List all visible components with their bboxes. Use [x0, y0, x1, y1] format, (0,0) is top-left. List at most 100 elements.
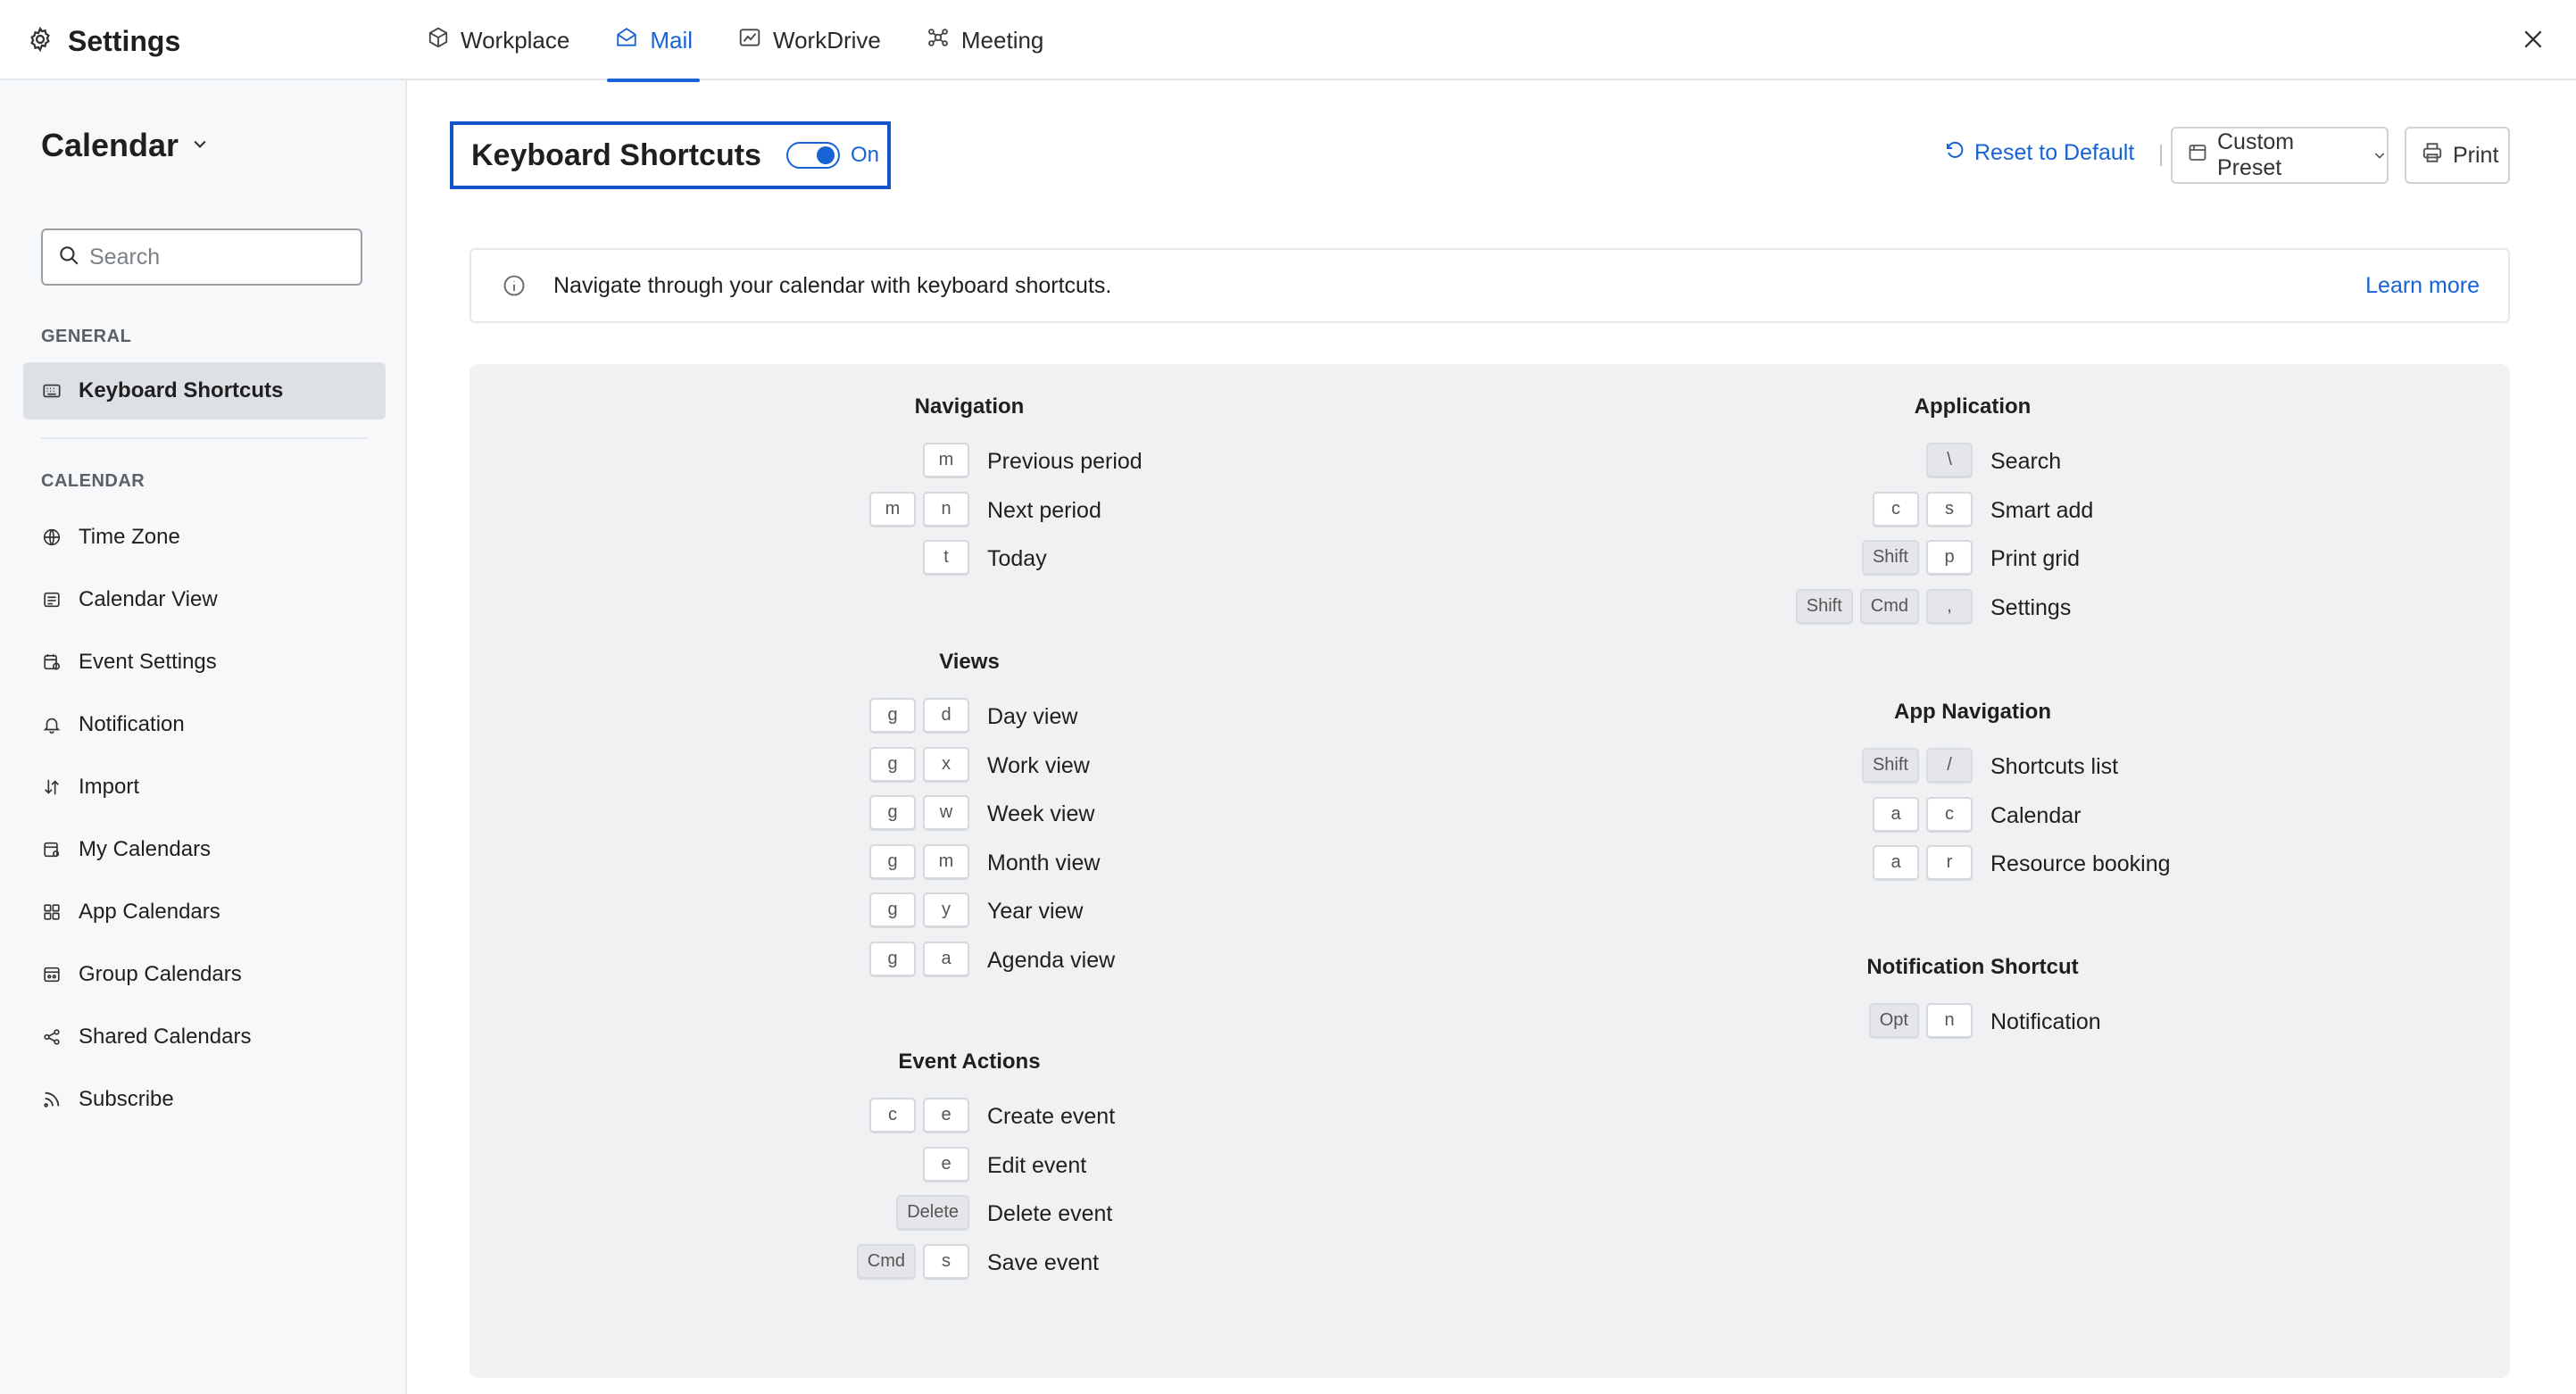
- group-title-application: Application: [1914, 394, 2032, 419]
- sidebar-item-label: Subscribe: [79, 1087, 174, 1111]
- key-cap: d: [923, 698, 969, 734]
- shortcut-action: Search: [1990, 449, 2062, 474]
- group-title-event-actions: Event Actions: [898, 1050, 1041, 1074]
- shortcut-keys: gw: [869, 795, 969, 833]
- close-icon: [2522, 28, 2545, 55]
- shortcut-keys: ce: [869, 1098, 969, 1135]
- reset-icon: [1944, 139, 1965, 167]
- tab-mail[interactable]: Mail: [607, 0, 700, 82]
- shortcut-action: Shortcuts list: [1990, 754, 2119, 779]
- reset-to-default-link[interactable]: Reset to Default: [1944, 139, 2134, 167]
- key-cap: ,: [1926, 588, 1973, 625]
- shortcut-keys: gm: [869, 843, 969, 882]
- sidebar-item-keyboard-shortcuts[interactable]: Keyboard Shortcuts: [23, 362, 386, 419]
- key-cap: s: [923, 1243, 969, 1280]
- learn-more-link[interactable]: Learn more: [2365, 273, 2480, 299]
- mail-icon: [614, 26, 639, 55]
- drive-icon: [737, 26, 762, 55]
- shortcuts-toggle[interactable]: On: [785, 142, 879, 169]
- key-cap: a: [1873, 845, 1919, 881]
- sidebar: Calendar GENERAL Keyboard Shortcuts CALE…: [0, 80, 407, 1394]
- sidebar-item-event-settings[interactable]: Event Settings: [23, 634, 386, 691]
- tab-meeting-label: Meeting: [960, 26, 1044, 54]
- tab-mail-label: Mail: [650, 26, 694, 54]
- shortcut-action: Edit event: [987, 1152, 1087, 1178]
- sidebar-item-label: Notification: [79, 712, 185, 736]
- sidebar-item-import[interactable]: Import: [23, 759, 386, 816]
- group-calendars-icon: [41, 964, 62, 985]
- sidebar-item-notification[interactable]: Notification: [23, 696, 386, 753]
- settings-title-text: Settings: [68, 24, 181, 57]
- key-cap: x: [923, 746, 969, 783]
- key-cap: n: [1926, 1003, 1973, 1039]
- key-cap: c: [1926, 796, 1973, 833]
- module-selector[interactable]: Calendar: [41, 127, 209, 164]
- sidebar-item-calendar-view[interactable]: Calendar View: [23, 571, 386, 628]
- info-banner: Navigate through your calendar with keyb…: [469, 248, 2510, 323]
- group-title-views: Views: [939, 650, 1000, 674]
- shortcut-action: Month view: [987, 850, 1101, 875]
- tab-workplace[interactable]: Workplace: [420, 0, 577, 80]
- keyboard-shortcuts-header: Keyboard Shortcuts On: [450, 121, 891, 189]
- sidebar-item-subscribe[interactable]: Subscribe: [23, 1071, 386, 1128]
- group-title-notification-shortcut: Notification Shortcut: [1866, 955, 2079, 979]
- sidebar-item-label: My Calendars: [79, 837, 212, 861]
- search-input[interactable]: [89, 244, 339, 270]
- close-button[interactable]: [2515, 23, 2551, 59]
- shortcut-action: Calendar: [1990, 802, 2082, 828]
- sidebar-item-my-calendars[interactable]: My Calendars: [23, 821, 386, 878]
- key-cap: g: [869, 746, 916, 783]
- shortcut-keys: mn: [869, 491, 969, 529]
- sidebar-item-group-calendars[interactable]: Group Calendars: [23, 946, 386, 1003]
- app-tabs: Workplace Mail WorkDrive Meeting: [420, 0, 1081, 82]
- reset-label: Reset to Default: [1974, 140, 2135, 165]
- custom-preset-dropdown[interactable]: Custom Preset: [2171, 127, 2389, 184]
- sidebar-item-time-zone[interactable]: Time Zone: [23, 509, 386, 566]
- sidebar-item-label: Import: [79, 775, 140, 799]
- key-cap: e: [923, 1146, 969, 1182]
- key-cap: \: [1926, 443, 1973, 478]
- shortcut-action: Day view: [987, 704, 1078, 729]
- shortcut-keys: e: [923, 1146, 969, 1184]
- tab-workplace-label: Workplace: [461, 26, 570, 54]
- shortcut-keys: gy: [869, 892, 969, 930]
- event-settings-icon: [41, 651, 62, 673]
- sidebar-item-shared-calendars[interactable]: Shared Calendars: [23, 1008, 386, 1066]
- sidebar-search[interactable]: [41, 228, 362, 286]
- shortcut-keys: Shift p: [1861, 540, 1973, 577]
- sidebar-item-label: Time Zone: [79, 525, 180, 549]
- sidebar-item-label: Keyboard Shortcuts: [79, 378, 284, 402]
- sidebar-item-label: App Calendars: [79, 900, 220, 924]
- preset-icon: [2187, 142, 2208, 170]
- key-cap: e: [923, 1098, 969, 1133]
- shortcut-action: Settings: [1990, 594, 2072, 620]
- preset-label: Custom Preset: [2217, 129, 2295, 180]
- key-cap: Delete: [896, 1195, 969, 1231]
- shortcut-keys: cs: [1873, 491, 1973, 529]
- shortcut-keys: Cmd s: [856, 1243, 969, 1282]
- tab-workdrive[interactable]: WorkDrive: [730, 0, 888, 80]
- printer-icon: [2421, 141, 2444, 170]
- sidebar-item-app-calendars[interactable]: App Calendars: [23, 884, 386, 941]
- section-calendar: CALENDAR: [41, 471, 145, 491]
- shortcut-action: Today: [987, 546, 1047, 571]
- key-cap: s: [1926, 491, 1973, 527]
- shortcuts-panel: Navigation Views Event Actions Applicati…: [469, 364, 2510, 1378]
- key-cap: c: [1873, 491, 1919, 527]
- gear-icon: [27, 26, 54, 57]
- toggle-knob: [816, 146, 835, 164]
- key-cap: g: [869, 795, 916, 831]
- key-cap: m: [923, 843, 969, 880]
- print-button[interactable]: Print: [2405, 127, 2510, 184]
- toggle-track[interactable]: [785, 142, 840, 169]
- shortcut-action: Smart add: [1990, 497, 2094, 523]
- shortcut-keys: t: [923, 540, 969, 577]
- shortcut-action: Delete event: [987, 1201, 1113, 1226]
- shortcut-action: Save event: [987, 1249, 1100, 1275]
- key-cap: Opt: [1868, 1003, 1919, 1039]
- cube-icon: [427, 26, 450, 55]
- key-cap: t: [923, 540, 969, 576]
- shortcut-keys: Shift Cmd,: [1795, 588, 1973, 626]
- group-title-app-navigation: App Navigation: [1893, 700, 2051, 724]
- tab-meeting[interactable]: Meeting: [918, 0, 1051, 80]
